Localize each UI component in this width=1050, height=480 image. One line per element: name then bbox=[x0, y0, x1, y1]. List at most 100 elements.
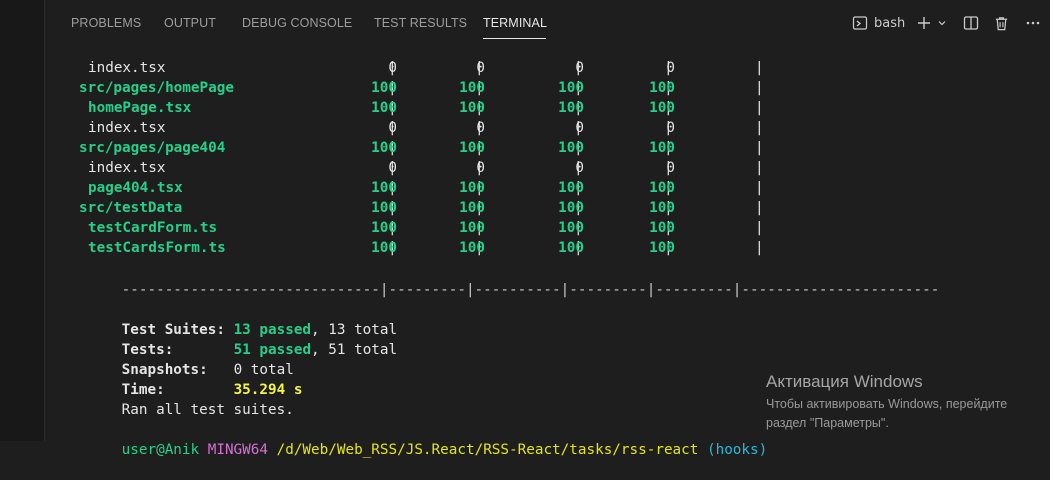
column-divider: | bbox=[755, 220, 764, 236]
column-divider: | bbox=[755, 240, 764, 256]
more-actions-button[interactable] bbox=[1025, 12, 1041, 34]
shell-prompt: user@Anik MINGW64 /d/Web/Web_RSS/JS.Reac… bbox=[70, 420, 768, 458]
coverage-value: 0 bbox=[476, 160, 485, 176]
chevron-down-icon bbox=[938, 21, 946, 26]
shell-selector[interactable]: bash bbox=[852, 12, 905, 34]
tab-debug-console[interactable]: DEBUG CONSOLE bbox=[242, 16, 352, 30]
column-divider: | bbox=[755, 60, 764, 76]
tab-output[interactable]: OUTPUT bbox=[164, 16, 216, 30]
coverage-file-name: index.tsx bbox=[88, 60, 166, 76]
coverage-value: 100 bbox=[371, 80, 397, 96]
prompt-path: /d/Web/Web_RSS/JS.React/RSS-React/tasks/… bbox=[276, 442, 699, 458]
summary-time: Time: 35.294 s bbox=[70, 360, 303, 398]
tab-problems[interactable]: PROBLEMS bbox=[71, 16, 141, 30]
coverage-row: src/pages/homePage | | | | | 100 100 100 100 bbox=[70, 78, 1030, 98]
column-divider: | bbox=[755, 80, 764, 96]
column-divider: | bbox=[755, 140, 764, 156]
coverage-file-name: testCardsForm.ts bbox=[88, 240, 226, 256]
coverage-value: 0 bbox=[666, 60, 675, 76]
coverage-file-name: index.tsx bbox=[88, 120, 166, 136]
new-terminal-button[interactable] bbox=[916, 12, 932, 34]
terminal-dropdown-button[interactable] bbox=[937, 12, 947, 34]
coverage-file-name: index.tsx bbox=[88, 160, 166, 176]
coverage-value: 0 bbox=[388, 120, 397, 136]
coverage-value: 0 bbox=[476, 120, 485, 136]
coverage-value: 100 bbox=[459, 80, 485, 96]
coverage-row: index.tsx | | | | | 0 0 0 0 bbox=[70, 118, 1030, 138]
plus-icon bbox=[918, 17, 930, 29]
coverage-value: 0 bbox=[388, 60, 397, 76]
coverage-file-name: homePage.tsx bbox=[88, 100, 192, 116]
activation-watermark-title: Активация Windows bbox=[766, 372, 923, 391]
column-divider: | bbox=[755, 160, 764, 176]
coverage-row: src/pages/page404 | | | | | 100 100 100 100 bbox=[70, 138, 1030, 158]
coverage-value: 0 bbox=[575, 60, 584, 76]
coverage-value: 100 bbox=[371, 140, 397, 156]
column-divider: | bbox=[755, 180, 764, 196]
summary-snapshots: Snapshots: 0 total bbox=[70, 340, 294, 378]
ran-text: Ran all test suites. bbox=[121, 402, 294, 418]
coverage-value: 100 bbox=[558, 240, 584, 256]
coverage-row: testCardsForm.ts | | | | | 100 100 100 100 bbox=[70, 238, 1030, 258]
prompt-system: MINGW64 bbox=[207, 442, 268, 458]
column-divider: | bbox=[755, 100, 764, 116]
coverage-value: 100 bbox=[459, 180, 485, 196]
coverage-value: 100 bbox=[371, 220, 397, 236]
left-strip bbox=[0, 0, 44, 441]
coverage-value: 100 bbox=[558, 80, 584, 96]
activation-watermark-line1: Чтобы активировать Windows, перейдите bbox=[766, 397, 1008, 411]
coverage-value: 0 bbox=[666, 120, 675, 136]
coverage-value: 100 bbox=[371, 200, 397, 216]
terminal-icon bbox=[852, 16, 868, 30]
shell-label: bash bbox=[874, 15, 906, 31]
column-divider: | bbox=[755, 120, 764, 136]
coverage-row: src/testData | | | | | 100 100 100 100 bbox=[70, 198, 1030, 218]
coverage-value: 100 bbox=[371, 240, 397, 256]
coverage-value: 0 bbox=[575, 120, 584, 136]
trash-icon bbox=[995, 16, 1008, 30]
coverage-value: 100 bbox=[649, 240, 675, 256]
coverage-value: 100 bbox=[459, 140, 485, 156]
coverage-value: 100 bbox=[649, 220, 675, 236]
tab-active-indicator bbox=[483, 38, 546, 39]
summary-suites: Test Suites: 13 passed, 13 total bbox=[70, 300, 397, 338]
tab-test-results[interactable]: TEST RESULTS bbox=[374, 16, 467, 30]
tab-terminal[interactable]: TERMINAL bbox=[483, 16, 547, 30]
coverage-value: 0 bbox=[666, 160, 675, 176]
kill-terminal-button[interactable] bbox=[994, 12, 1009, 34]
coverage-file-name: page404.tsx bbox=[88, 180, 183, 196]
coverage-file-name: src/testData bbox=[79, 200, 183, 216]
coverage-value: 0 bbox=[388, 160, 397, 176]
coverage-separator: ------------------------------|---------… bbox=[70, 260, 940, 298]
coverage-value: 100 bbox=[649, 140, 675, 156]
coverage-value: 100 bbox=[459, 240, 485, 256]
coverage-row: homePage.tsx | | | | | 100 100 100 100 bbox=[70, 98, 1030, 118]
separator-line: ------------------------------|---------… bbox=[121, 282, 940, 298]
tests-total: , 51 total bbox=[311, 342, 398, 358]
coverage-row: page404.tsx | | | | | 100 100 100 100 bbox=[70, 178, 1030, 198]
coverage-value: 100 bbox=[558, 140, 584, 156]
coverage-value: 100 bbox=[649, 100, 675, 116]
coverage-value: 100 bbox=[649, 200, 675, 216]
activation-watermark-line2: раздел "Параметры". bbox=[766, 416, 889, 430]
coverage-value: 100 bbox=[649, 180, 675, 196]
summary-tests: Tests: 51 passed, 51 total bbox=[70, 320, 397, 358]
coverage-row: index.tsx | | | | | 0 0 0 0 bbox=[70, 158, 1030, 178]
coverage-value: 100 bbox=[558, 200, 584, 216]
column-divider: | bbox=[755, 200, 764, 216]
coverage-value: 100 bbox=[371, 100, 397, 116]
prompt-branch: (hooks) bbox=[706, 442, 768, 458]
terminal-panel: PROBLEMS OUTPUT DEBUG CONSOLE TEST RESUL… bbox=[44, 0, 1050, 458]
coverage-value: 100 bbox=[558, 100, 584, 116]
coverage-file-name: src/pages/page404 bbox=[79, 140, 226, 156]
coverage-value: 100 bbox=[558, 180, 584, 196]
coverage-value: 100 bbox=[371, 180, 397, 196]
coverage-value: 0 bbox=[476, 60, 485, 76]
ellipsis-icon bbox=[1026, 21, 1040, 25]
coverage-value: 100 bbox=[459, 100, 485, 116]
coverage-value: 100 bbox=[459, 220, 485, 236]
coverage-file-name: src/pages/homePage bbox=[79, 80, 234, 96]
coverage-row: index.tsx | | | | | 0 0 0 0 bbox=[70, 58, 1030, 78]
split-terminal-button[interactable] bbox=[963, 12, 979, 34]
coverage-value: 0 bbox=[575, 160, 584, 176]
